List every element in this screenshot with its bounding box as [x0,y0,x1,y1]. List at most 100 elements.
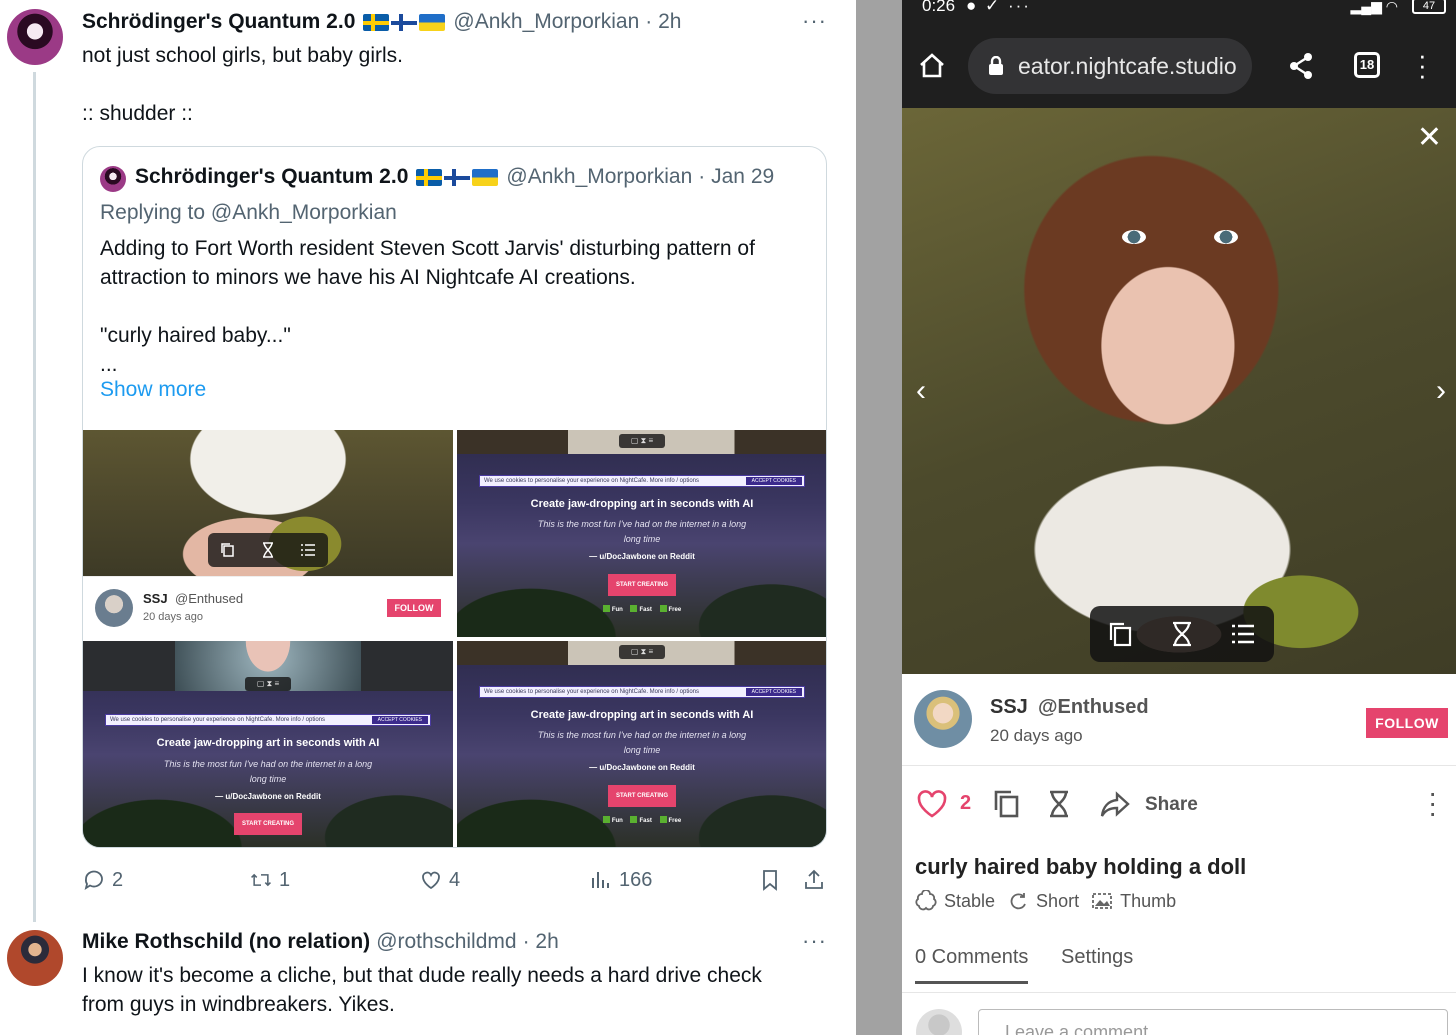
like-button[interactable]: 4 [419,868,460,892]
nc-start-button: START CREATING [234,813,302,835]
quote-time[interactable]: · Jan 29 [698,165,774,189]
views-button[interactable]: 166 [589,868,652,892]
cookie-text: We use cookies to personalise your exper… [484,689,700,695]
finland-flag-icon [444,168,471,186]
tweet-header: Mike Rothschild (no relation) @rothschil… [82,930,559,954]
mini-follow-button: FOLLOW [387,599,441,617]
bookmark-icon [763,870,777,891]
more-options-icon[interactable]: · · · [1428,779,1437,827]
author-handle[interactable]: @Ankh_Morporkian [453,10,639,34]
flag-emojis [363,13,446,31]
retweet-icon [251,873,271,887]
comment-input[interactable]: Leave a comment [978,1009,1448,1035]
media-image-3[interactable]: ▢ ⧗ ≡ We use cookies to personalise your… [83,641,453,847]
media-image-1[interactable]: SSJ @Enthused 20 days ago FOLLOW [83,430,453,637]
quote-author-handle[interactable]: @Ankh_Morporkian [506,165,692,189]
creator-name[interactable]: SSJ [990,696,1028,719]
artwork-tags: Stable Short Thumb [915,890,1176,912]
artwork-image[interactable]: ✕ ‹ › [902,108,1456,674]
mini-toolbar: ▢ ⧗ ≡ [245,677,291,691]
cookie-bar: We use cookies to personalise your exper… [479,475,805,487]
nc-title: Create jaw-dropping art in seconds with … [530,498,754,510]
browser-menu-icon[interactable]: · · · [1418,42,1427,88]
tab-switcher-button[interactable]: 18 [1354,52,1380,78]
phone-screenshot: 0:26 ● ✓ ··· ▂▄▆ ◠ 47 eator.nightcafe.st… [902,0,1456,1035]
tweet-text: not just school girls, but baby girls. :… [82,44,403,125]
signal-wifi-icon: ▂▄▆ ◠ [1350,0,1398,14]
sweden-flag-icon [363,13,390,31]
tweet-time[interactable]: · 2h [645,10,681,34]
quote-header: Schrödinger's Quantum 2.0 @Ankh_Morporki… [135,165,774,189]
bookmark-button[interactable] [758,868,782,892]
close-icon[interactable]: ✕ [1417,120,1442,155]
ukraine-flag-icon [472,168,499,186]
follow-button[interactable]: FOLLOW [1366,708,1448,738]
quoted-tweet[interactable]: Schrödinger's Quantum 2.0 @Ankh_Morporki… [82,146,827,848]
nc-quote: This is the most fun I've had on the int… [537,730,747,755]
image-toolbar [208,533,328,567]
avatar[interactable] [7,9,63,65]
mini-creator-handle: @Enthused [175,591,244,606]
quote-text: Adding to Fort Worth resident Steven Sco… [100,237,755,376]
show-more-link[interactable]: Show more [100,378,206,402]
view-count: 166 [619,868,653,891]
flag-emojis [416,168,499,186]
tag-algorithm[interactable]: Stable [915,890,995,912]
nc-start-button: START CREATING [608,574,676,596]
cookie-bar: We use cookies to personalise your exper… [479,686,805,698]
more-options-button[interactable]: ··· [802,8,827,34]
creator-ago: 20 days ago [990,726,1083,745]
creator-handle[interactable]: @Enthused [1038,696,1149,719]
address-bar[interactable]: eator.nightcafe.studio [968,38,1252,94]
media-image-2[interactable]: ▢ ⧗ ≡ We use cookies to personalise your… [457,430,826,637]
mini-creator-strip: SSJ @Enthused 20 days ago FOLLOW [83,576,453,637]
home-icon[interactable] [918,52,946,80]
evolve-icon[interactable] [1043,788,1075,820]
author-name[interactable]: Mike Rothschild (no relation) [82,930,370,954]
quote-avatar[interactable] [100,166,126,192]
comment-composer: Leave a comment [902,992,1456,1035]
author-handle[interactable]: @rothschildmd [376,930,516,954]
views-icon [592,872,609,888]
chevron-right-icon[interactable]: › [1436,374,1446,408]
mini-creator-name: SSJ [143,591,168,606]
mini-creator-ago: 20 days ago [143,611,203,623]
tab-comments[interactable]: 0 Comments [915,946,1029,984]
tag-resolution[interactable]: Thumb [1091,890,1176,912]
tweet-time[interactable]: · 2h [523,930,559,954]
author-name[interactable]: Schrödinger's Quantum 2.0 [82,10,355,34]
copy-icon[interactable] [991,788,1023,820]
creator-row: SSJ @Enthused 20 days ago FOLLOW [902,674,1456,766]
nc-quote: This is the most fun I've had on the int… [163,759,373,784]
tag-runtime[interactable]: Short [1007,890,1079,912]
share-arrow-icon[interactable] [1099,788,1131,820]
share-tweet-button[interactable] [802,868,826,892]
evolve-icon[interactable] [1168,620,1196,648]
chevron-left-icon[interactable]: ‹ [916,374,926,408]
thread-connector [33,72,36,922]
status-notifications: ● ✓ ··· [966,0,1031,15]
heart-icon[interactable] [916,788,948,820]
retweet-count: 1 [279,868,291,891]
creator-avatar[interactable] [914,690,972,748]
share-label[interactable]: Share [1145,794,1198,816]
share-icon[interactable] [1288,52,1314,80]
reply-button[interactable]: 2 [82,868,123,892]
twitter-thread: Schrödinger's Quantum 2.0 @Ankh_Morporki… [0,0,856,1035]
media-image-4[interactable]: ▢ ⧗ ≡ We use cookies to personalise your… [457,641,826,847]
nc-by: — u/DocJawbone on Reddit [589,552,695,561]
quote-author-name[interactable]: Schrödinger's Quantum 2.0 [135,165,408,189]
list-icon[interactable] [1229,620,1257,648]
cookie-text: We use cookies to personalise your exper… [110,717,326,723]
accept-cookies: ACCEPT COOKIES [745,477,802,485]
replying-to[interactable]: Replying to @Ankh_Morporkian [100,201,397,225]
retweet-button[interactable]: 1 [249,868,290,892]
more-options-button[interactable]: ··· [802,928,827,954]
heart-icon [422,871,440,890]
avatar[interactable] [7,930,63,986]
mini-avatar [95,589,133,627]
tab-settings[interactable]: Settings [1061,946,1133,969]
like-count: 2 [960,792,972,814]
nc-title: Create jaw-dropping art in seconds with … [530,709,754,721]
copy-icon[interactable] [1107,620,1135,648]
